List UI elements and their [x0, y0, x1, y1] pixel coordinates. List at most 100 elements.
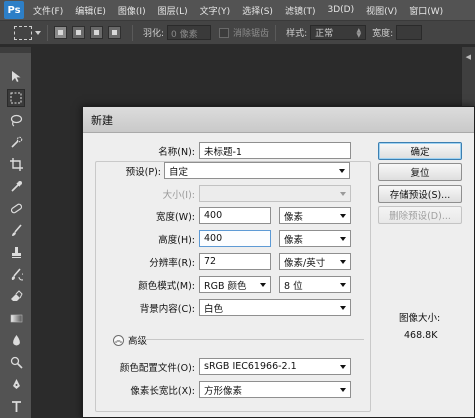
separator [132, 24, 133, 41]
menu-window[interactable]: 窗口(W) [403, 4, 449, 17]
menu-3d[interactable]: 3D(D) [321, 5, 360, 15]
name-input[interactable]: 未标题-1 [199, 142, 351, 159]
pen-tool-icon[interactable] [7, 375, 25, 393]
color-mode-label: 颜色模式(M): [138, 280, 195, 292]
name-label: 名称(N): [158, 146, 195, 158]
chevron-down-icon[interactable] [35, 30, 41, 35]
chevron-down-icon [340, 259, 346, 264]
menu-view[interactable]: 视图(V) [360, 4, 403, 17]
feather-input[interactable]: 0 像素 [167, 25, 212, 40]
width-label: 宽度(W): [155, 211, 195, 223]
preset-select[interactable]: 自定 [164, 162, 350, 179]
chevron-down-icon [340, 305, 346, 310]
antialias-label: 消除锯齿 [233, 29, 270, 39]
color-mode-select[interactable]: RGB 颜色 [199, 276, 271, 293]
eraser-tool-icon[interactable] [7, 287, 25, 305]
menu-bar: Ps 文件(F) 编辑(E) 图像(I) 图层(L) 文字(Y) 选择(S) 滤… [0, 0, 475, 21]
color-profile-row: 颜色配置文件(O): sRGB IEC61966-2.1 [83, 358, 351, 375]
eyedropper-tool-icon[interactable] [7, 177, 25, 195]
separator [275, 24, 277, 41]
height-label: 高度(H): [158, 234, 195, 246]
resolution-row: 分辨率(R): 72 像素/英寸 [83, 253, 351, 270]
width-input[interactable] [396, 25, 423, 40]
quick-selection-tool-icon[interactable] [7, 133, 25, 151]
dodge-tool-icon[interactable] [7, 353, 25, 371]
background-value: 白色 [204, 303, 224, 315]
background-select[interactable]: 白色 [199, 299, 351, 316]
type-tool-icon[interactable] [7, 397, 25, 415]
collapse-chevron-icon[interactable]: ︽ [113, 334, 124, 346]
advanced-toggle[interactable]: ︽ 高级 [113, 333, 147, 347]
preset-label: 预设(P): [125, 166, 161, 178]
chevron-down-icon [340, 364, 346, 369]
chevron-down-icon [339, 168, 345, 173]
pixel-aspect-label: 像素长宽比(X): [130, 385, 195, 397]
resolution-label: 分辨率(R): [149, 257, 195, 269]
menu-layer[interactable]: 图层(L) [152, 4, 194, 17]
subtract-from-selection-icon[interactable] [90, 26, 103, 39]
size-select[interactable] [199, 185, 351, 202]
rectangular-marquee-tool-icon[interactable] [7, 89, 25, 107]
size-label: 大小(I): [162, 189, 195, 201]
style-select[interactable]: 正常 ▲ ▼ [310, 25, 367, 40]
height-unit-value: 像素 [284, 234, 304, 246]
style-select-value: 正常 [315, 29, 334, 39]
bit-depth-value: 8 位 [284, 280, 303, 292]
save-preset-button[interactable]: 存储预设(S)... [378, 185, 462, 203]
pixel-aspect-value: 方形像素 [204, 385, 243, 397]
image-size-label: 图像大小: [399, 313, 441, 324]
separator [47, 24, 48, 41]
bit-depth-select[interactable]: 8 位 [279, 276, 351, 293]
collapse-panel-icon[interactable]: ◀ [466, 53, 471, 61]
pixel-aspect-row: 像素长宽比(X): 方形像素 [83, 381, 351, 398]
height-unit-select[interactable]: 像素 [279, 230, 351, 247]
width-input[interactable]: 400 [199, 207, 271, 224]
move-tool-icon[interactable] [7, 67, 25, 85]
antialias-checkbox[interactable] [219, 27, 230, 38]
reset-button[interactable]: 复位 [378, 163, 462, 181]
updown-arrows-icon: ▲ ▼ [356, 26, 362, 39]
toolbox-grip[interactable] [0, 47, 31, 53]
advanced-divider [134, 339, 364, 340]
new-selection-icon[interactable] [54, 26, 67, 39]
history-brush-tool-icon[interactable] [7, 265, 25, 283]
resolution-unit-select[interactable]: 像素/英寸 [279, 253, 351, 270]
dialog-title: 新建 [83, 107, 474, 133]
chevron-down-icon [340, 213, 346, 218]
resolution-input[interactable]: 72 [199, 253, 271, 270]
intersect-selection-icon[interactable] [108, 26, 121, 39]
menu-image[interactable]: 图像(I) [112, 4, 152, 17]
menu-file[interactable]: 文件(F) [27, 4, 69, 17]
healing-brush-tool-icon[interactable] [7, 199, 25, 217]
color-profile-select[interactable]: sRGB IEC61966-2.1 [199, 358, 351, 375]
menu-select[interactable]: 选择(S) [236, 4, 279, 17]
chevron-down-icon [340, 282, 346, 287]
color-mode-value: RGB 颜色 [204, 280, 247, 292]
marquee-tool-preset-icon[interactable] [14, 25, 32, 40]
advanced-label: 高级 [128, 336, 148, 347]
toolbox [0, 47, 32, 418]
width-unit-select[interactable]: 像素 [279, 207, 351, 224]
pixel-aspect-select[interactable]: 方形像素 [199, 381, 351, 398]
menu-edit[interactable]: 编辑(E) [69, 4, 112, 17]
blur-tool-icon[interactable] [7, 331, 25, 349]
lasso-tool-icon[interactable] [7, 111, 25, 129]
resolution-unit-value: 像素/英寸 [284, 257, 326, 269]
height-input[interactable]: 400 [199, 230, 271, 247]
brush-tool-icon[interactable] [7, 221, 25, 239]
add-to-selection-icon[interactable] [72, 26, 85, 39]
crop-tool-icon[interactable] [7, 155, 25, 173]
background-label: 背景内容(C): [139, 303, 195, 315]
delete-preset-button[interactable]: 删除预设(D)... [378, 206, 462, 224]
chevron-down-icon [340, 387, 346, 392]
color-mode-row: 颜色模式(M): RGB 颜色 8 位 [83, 276, 351, 293]
image-size-value: 468.8K [404, 330, 438, 341]
menu-filter[interactable]: 滤镜(T) [279, 4, 322, 17]
ok-button[interactable]: 确定 [378, 142, 462, 160]
chevron-down-icon [260, 282, 266, 287]
menu-type[interactable]: 文字(Y) [194, 4, 237, 17]
background-row: 背景内容(C): 白色 [83, 299, 351, 316]
clone-stamp-tool-icon[interactable] [7, 243, 25, 261]
gradient-tool-icon[interactable] [7, 309, 25, 327]
height-row: 高度(H): 400 像素 [83, 230, 351, 247]
